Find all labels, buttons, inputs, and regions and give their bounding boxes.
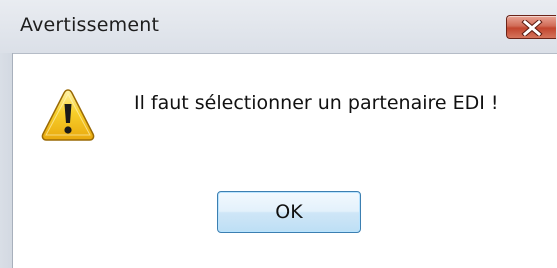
warning-dialog: Avertissement Il faut sélectionner un pa… bbox=[0, 0, 557, 268]
dialog-message: Il faut sélectionner un partenaire EDI ! bbox=[134, 92, 499, 114]
dialog-title: Avertissement bbox=[20, 14, 160, 36]
ok-button[interactable]: OK bbox=[217, 191, 361, 233]
dialog-titlebar[interactable]: Avertissement bbox=[0, 0, 557, 53]
close-icon bbox=[521, 20, 543, 36]
dialog-content: Il faut sélectionner un partenaire EDI !… bbox=[13, 53, 557, 268]
window-frame-left bbox=[0, 53, 13, 268]
warning-icon bbox=[41, 89, 95, 141]
close-button[interactable] bbox=[506, 15, 556, 39]
